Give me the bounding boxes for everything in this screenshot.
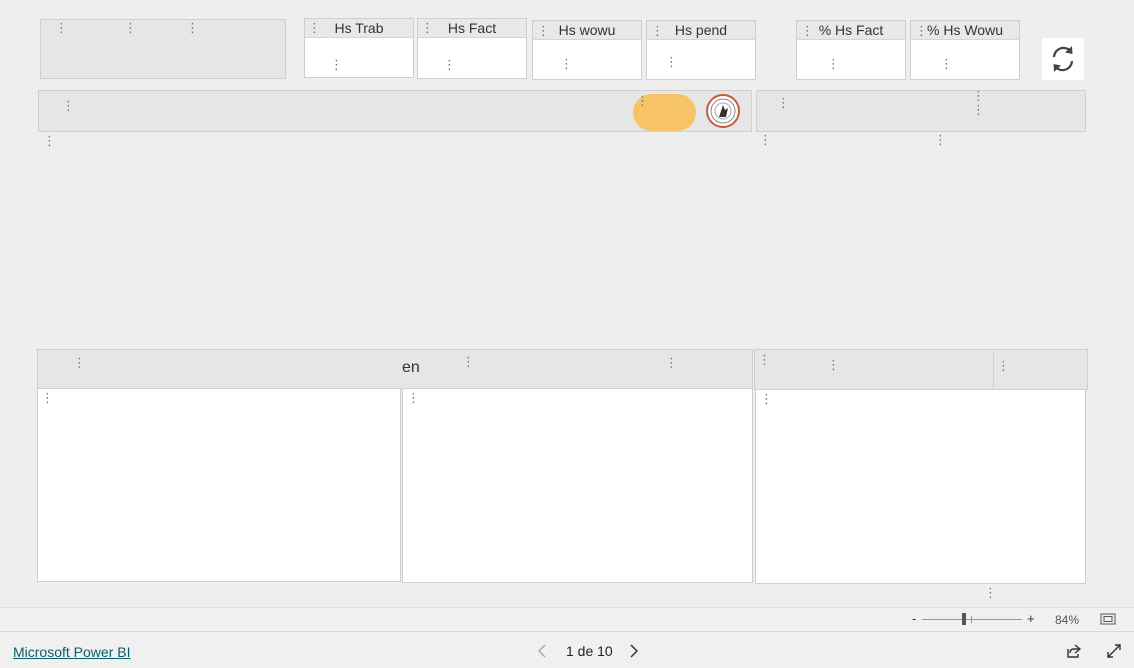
header-divider (993, 352, 994, 389)
more-options-icon[interactable] (560, 59, 566, 71)
more-options-icon[interactable] (760, 394, 766, 406)
more-options-icon[interactable] (759, 135, 765, 147)
more-options-icon[interactable] (537, 26, 543, 38)
kpi-title: Hs Fact (418, 19, 526, 38)
zoom-out-button[interactable]: - (912, 611, 916, 626)
header-label: en (402, 359, 420, 376)
share-icon[interactable] (1066, 643, 1082, 659)
more-options-icon[interactable] (43, 136, 49, 148)
kpi-card-hs-pend: Hs pend (646, 20, 756, 80)
more-options-icon[interactable] (972, 91, 978, 103)
footer-bar: Microsoft Power BI 1 de 10 (0, 631, 1134, 668)
chevron-left-icon[interactable] (537, 644, 547, 658)
slicer-bar (38, 90, 752, 132)
zoom-in-button[interactable]: + (1027, 611, 1035, 626)
refresh-icon (1052, 46, 1074, 72)
more-options-icon[interactable] (827, 360, 833, 372)
more-options-icon[interactable] (330, 60, 336, 72)
more-options-icon[interactable] (41, 393, 47, 405)
more-options-icon[interactable] (665, 358, 671, 370)
kpi-card-hs-fact: Hs Fact (417, 18, 527, 79)
zoom-level: 84% (1055, 613, 1080, 627)
slicer-bar-right (756, 90, 1086, 132)
more-options-icon[interactable] (984, 588, 990, 600)
more-options-icon[interactable] (407, 393, 413, 405)
more-options-icon[interactable] (972, 105, 978, 117)
more-options-icon[interactable] (636, 96, 642, 108)
zoom-bar: - + 84% (0, 607, 1134, 632)
visuals-header-right (754, 349, 1088, 390)
more-options-icon[interactable] (308, 23, 314, 35)
more-options-icon[interactable] (758, 355, 764, 367)
company-logo (706, 94, 740, 128)
more-options-icon[interactable] (186, 23, 192, 35)
more-options-icon[interactable] (940, 59, 946, 71)
zoom-slider-tick (971, 616, 972, 623)
more-options-icon[interactable] (915, 26, 921, 38)
fit-to-page-icon[interactable] (1100, 613, 1116, 625)
kpi-card-hs-wowu: Hs wowu (532, 20, 642, 80)
more-options-icon[interactable] (55, 23, 61, 35)
visual-table-3 (755, 389, 1086, 584)
toggle-button[interactable] (633, 94, 696, 131)
logo-icon (710, 98, 736, 124)
kpi-title: Hs Trab (305, 19, 413, 38)
more-options-icon[interactable] (997, 361, 1003, 373)
more-options-icon[interactable] (801, 26, 807, 38)
page-indicator: 1 de 10 (566, 643, 613, 659)
visual-table-2 (402, 388, 753, 583)
filter-panel (40, 19, 286, 79)
more-options-icon[interactable] (124, 23, 130, 35)
more-options-icon[interactable] (443, 60, 449, 72)
kpi-card-pct-hs-wowu: % Hs Wowu (910, 20, 1020, 80)
kpi-card-pct-hs-fact: % Hs Fact (796, 20, 906, 80)
more-options-icon[interactable] (651, 26, 657, 38)
power-bi-link[interactable]: Microsoft Power BI (13, 644, 130, 660)
visual-table-1 (37, 388, 401, 582)
zoom-slider-thumb[interactable] (962, 613, 966, 625)
more-options-icon[interactable] (665, 57, 671, 69)
more-options-icon[interactable] (73, 358, 79, 370)
more-options-icon[interactable] (421, 23, 427, 35)
chevron-right-icon[interactable] (629, 644, 639, 658)
more-options-icon[interactable] (462, 357, 468, 369)
visuals-header: en (37, 349, 753, 389)
zoom-slider-track[interactable] (922, 619, 1022, 620)
more-options-icon[interactable] (827, 59, 833, 71)
more-options-icon[interactable] (62, 101, 68, 113)
expand-icon[interactable] (1106, 643, 1122, 659)
kpi-card-hs-trab: Hs Trab (304, 18, 414, 78)
more-options-icon[interactable] (934, 135, 940, 147)
refresh-button[interactable] (1042, 38, 1084, 80)
more-options-icon[interactable] (777, 98, 783, 110)
